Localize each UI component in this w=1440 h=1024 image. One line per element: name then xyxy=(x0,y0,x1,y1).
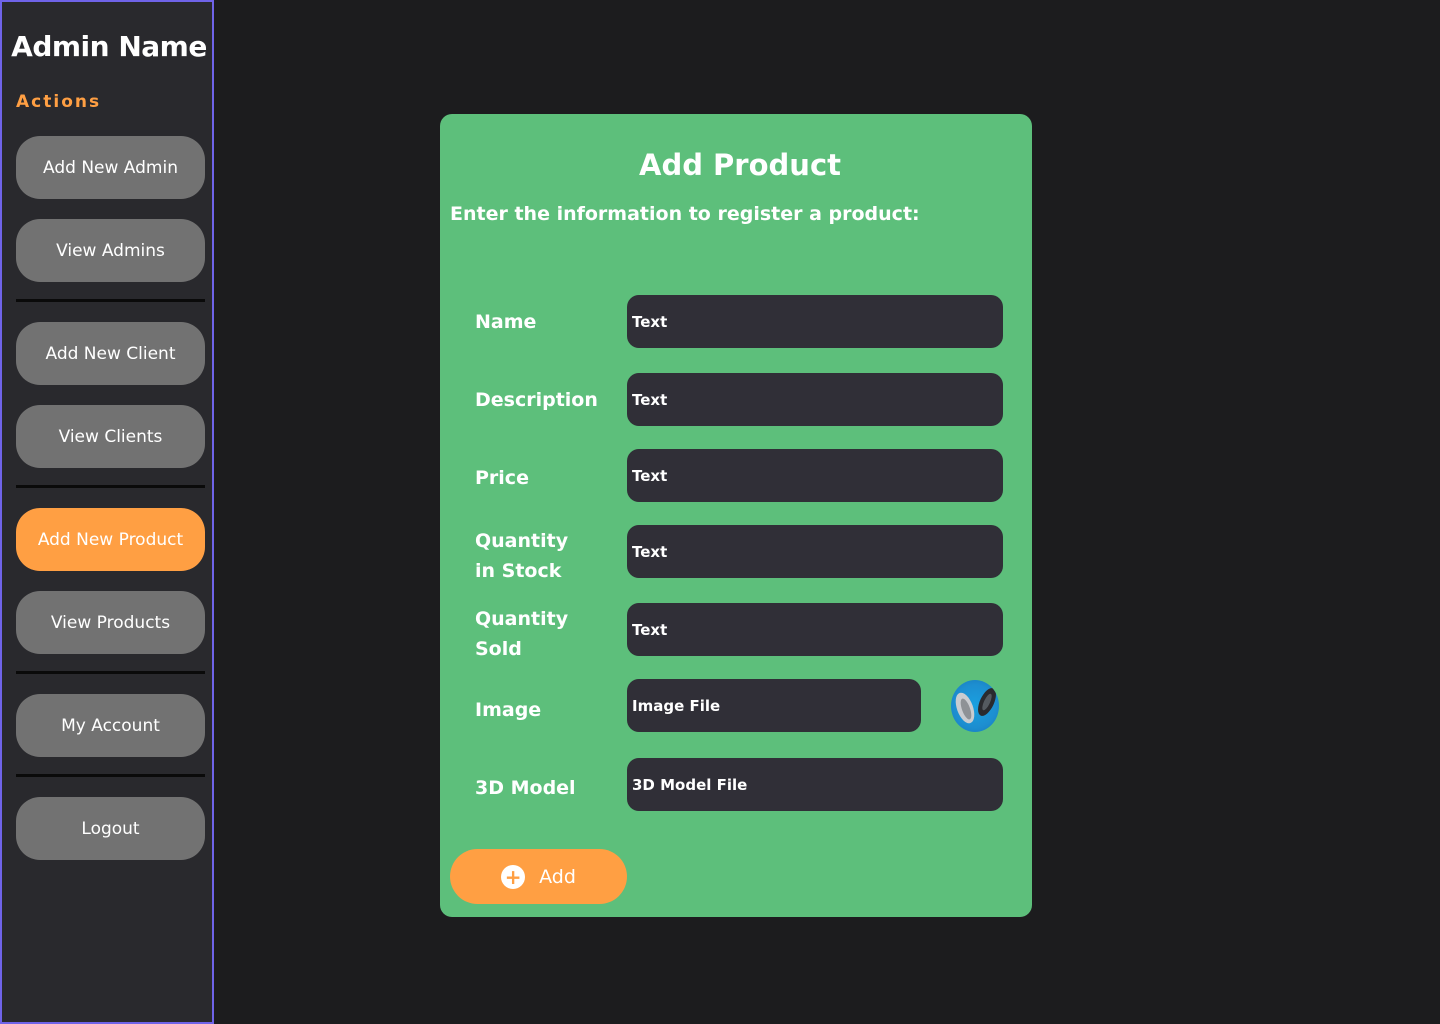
image-thumbnail[interactable] xyxy=(951,680,999,732)
quantity-sold-input[interactable]: Text xyxy=(627,603,1003,656)
quantity-sold-label-line2: Sold xyxy=(475,638,522,660)
view-clients-button[interactable]: View Clients xyxy=(16,405,205,468)
add-new-product-button[interactable]: Add New Product xyxy=(16,508,205,571)
add-product-card: Add Product Enter the information to reg… xyxy=(440,114,1032,917)
divider xyxy=(16,671,205,674)
view-products-button[interactable]: View Products xyxy=(16,591,205,654)
add-new-admin-button[interactable]: Add New Admin xyxy=(16,136,205,199)
3d-model-file-input[interactable]: 3D Model File xyxy=(627,758,1003,811)
add-button[interactable]: + Add xyxy=(450,849,627,904)
logout-button[interactable]: Logout xyxy=(16,797,205,860)
name-label: Name xyxy=(475,311,537,333)
price-label: Price xyxy=(475,467,529,489)
3d-model-label: 3D Model xyxy=(475,777,576,799)
quantity-in-stock-label-line2: in Stock xyxy=(475,560,562,582)
quantity-in-stock-label-line1: Quantity xyxy=(475,530,569,552)
my-account-button[interactable]: My Account xyxy=(16,694,205,757)
add-button-label: Add xyxy=(539,865,576,888)
quantity-in-stock-label: Quantity in Stock xyxy=(475,526,568,586)
divider xyxy=(16,485,205,488)
quantity-in-stock-input[interactable]: Text xyxy=(627,525,1003,578)
image-label: Image xyxy=(475,699,542,721)
sidebar: Admin Name Actions Add New Admin View Ad… xyxy=(0,0,214,1024)
form-subtitle: Enter the information to register a prod… xyxy=(450,203,920,225)
form-title: Add Product xyxy=(639,148,841,182)
description-input[interactable]: Text xyxy=(627,373,1003,426)
actions-label: Actions xyxy=(16,92,102,112)
plus-circle-icon: + xyxy=(501,864,526,889)
divider xyxy=(16,299,205,302)
divider xyxy=(16,774,205,777)
image-preview-icon xyxy=(955,688,996,724)
quantity-sold-label-line1: Quantity xyxy=(475,608,569,630)
description-label: Description xyxy=(475,389,598,411)
name-input[interactable]: Text xyxy=(627,295,1003,348)
admin-name: Admin Name xyxy=(11,30,207,63)
image-file-input[interactable]: Image File xyxy=(627,679,921,732)
view-admins-button[interactable]: View Admins xyxy=(16,219,205,282)
quantity-sold-label: Quantity Sold xyxy=(475,604,568,664)
price-input[interactable]: Text xyxy=(627,449,1003,502)
add-new-client-button[interactable]: Add New Client xyxy=(16,322,205,385)
